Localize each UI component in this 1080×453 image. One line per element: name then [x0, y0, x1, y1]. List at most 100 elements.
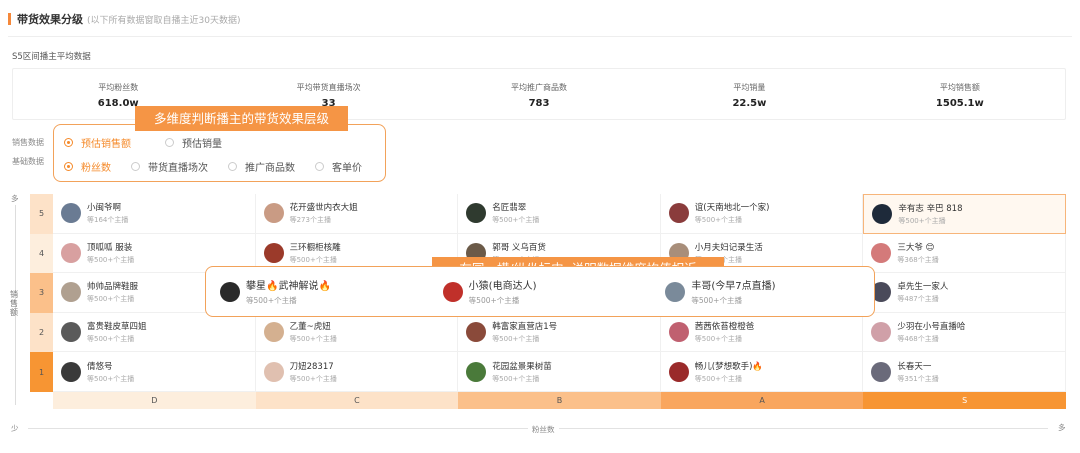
- avatar: [263, 203, 284, 224]
- avatar: [61, 282, 81, 303]
- avatar: [61, 203, 81, 224]
- radio-label: 带货直播场次: [148, 163, 208, 174]
- anchor-cell[interactable]: 少羽在小号直播哈 等468个主播: [863, 312, 1066, 353]
- avatar: [872, 203, 893, 224]
- radio-label: 推广商品数: [245, 163, 295, 174]
- anchor-name: 韩富家直营店1号: [492, 322, 558, 333]
- anchor-count: 等487个主播: [897, 295, 939, 304]
- stat-label: 平均粉丝数: [98, 83, 139, 92]
- radio-label: 客单价: [332, 163, 362, 174]
- anchor-cell[interactable]: 三大爷 😊 等368个主播: [863, 233, 1066, 274]
- anchor-name: 刀妞28317: [289, 361, 334, 372]
- anchor-name: 小闽爷啊: [87, 203, 122, 214]
- sales-data-label: 销售数据: [12, 138, 44, 147]
- anchor-cell[interactable]: 名匠翡翠 等500+个主播: [458, 194, 661, 234]
- anchor-count: 等500+个主播: [468, 296, 520, 305]
- anchor-cell[interactable]: 谊(天南地北一个家) 等500+个主播: [660, 194, 864, 234]
- radio-icon: [64, 162, 73, 171]
- radio-est-volume[interactable]: 预估销量: [165, 135, 222, 150]
- anchor-count: 等500+个主播: [87, 255, 135, 264]
- radio-products[interactable]: 推广商品数: [228, 159, 295, 174]
- radio-icon: [165, 138, 174, 147]
- anchor-name: 乙董~虎妞: [289, 322, 331, 333]
- base-options: 粉丝数 带货直播场次 推广商品数 客单价: [64, 159, 382, 174]
- anchor-cell[interactable]: 长春天一 等351个主播: [863, 352, 1066, 392]
- column-level-label: B: [458, 391, 661, 409]
- avatar: [668, 361, 689, 382]
- anchor-cell[interactable]: 刀妞28317 等500+个主播: [255, 352, 459, 392]
- avatar: [871, 322, 892, 343]
- stat-value: 783: [528, 98, 550, 109]
- anchor-count: 等500+个主播: [492, 374, 540, 383]
- section-note: (以下所有数据窗取自播主近30天数据): [87, 15, 241, 26]
- anchor-cell[interactable]: 富贵鞋皮草四姐 等500+个主播: [53, 312, 256, 353]
- anchor-name: 三环橱柜核雕: [289, 242, 341, 253]
- sales-options: 预估销售额 预估销量: [64, 135, 242, 150]
- avatar: [61, 242, 81, 263]
- highlight-cell[interactable]: 攀星🔥武神解说🔥 等500+个主播: [206, 277, 429, 306]
- stat-value: 1505.1w: [935, 98, 984, 109]
- grid-row: 5 小闽爷啊 等164个主播 花开盛世内衣大姐 等273个主播 名匠翡翠 等500+个主播谊…: [30, 194, 1066, 234]
- anchor-name: 郭哥 义乌百货: [492, 242, 546, 253]
- callout-row-highlight: 攀星🔥武神解说🔥 等500+个主播 小猿(电商达人) 等500+个主播 丰哥(今早7…: [205, 266, 875, 317]
- radio-label: 粉丝数: [81, 163, 111, 174]
- anchor-count: 等500+个主播: [246, 296, 297, 305]
- anchor-name: 少羽在小号直播哈: [897, 322, 966, 333]
- x-axis-title: 粉丝数: [528, 424, 559, 435]
- stat-value: 22.5w: [732, 98, 767, 109]
- anchor-name: 花园盆景果树苗: [492, 361, 552, 372]
- stat-label: 平均推广商品数: [511, 83, 568, 92]
- anchor-count: 等500+个主播: [694, 374, 743, 383]
- avatar: [466, 203, 487, 224]
- anchor-cell[interactable]: 花园盆景果树苗 等500+个主播: [458, 352, 661, 392]
- anchor-cell[interactable]: 乙董~虎妞 等500+个主播: [255, 312, 459, 353]
- anchor-cell[interactable]: 韩富家直营店1号 等500+个主播: [458, 312, 661, 353]
- base-data-label: 基础数据: [12, 157, 44, 166]
- x-axis-left-label: 少: [11, 424, 19, 433]
- highlight-cell[interactable]: 小猿(电商达人) 等500+个主播: [429, 277, 652, 306]
- anchor-cell[interactable]: 花开盛世内衣大姐 等273个主播: [255, 194, 459, 234]
- anchor-count: 等500+个主播: [87, 374, 135, 383]
- anchor-name: 辛有志 辛巴 818: [898, 203, 963, 214]
- stat-products: 平均推广商品数 783: [434, 69, 644, 119]
- anchor-name: 帅帅品牌鞋服: [87, 282, 139, 293]
- radio-icon: [315, 162, 324, 171]
- anchor-count: 等500+个主播: [492, 216, 540, 225]
- anchor-count: 等500+个主播: [898, 216, 946, 225]
- stats-subtitle: S5区间播主平均数据: [12, 52, 91, 62]
- row-level-label: 5: [30, 194, 53, 234]
- avatar: [668, 322, 689, 343]
- anchor-count: 等500+个主播: [87, 335, 135, 344]
- radio-est-sales[interactable]: 预估销售额: [64, 135, 131, 150]
- column-labels: DCBAS: [53, 391, 1066, 409]
- avatar: [220, 281, 240, 302]
- avatar: [61, 322, 81, 343]
- anchor-cell[interactable]: 小闽爷啊 等164个主播: [53, 194, 256, 234]
- anchor-cell[interactable]: 倩悠号 等500+个主播: [53, 352, 256, 392]
- row-level-label: 3: [30, 273, 53, 313]
- radio-icon: [64, 138, 73, 147]
- avatar: [665, 281, 686, 302]
- anchor-count: 等273个主播: [289, 216, 331, 225]
- highlight-cell[interactable]: 丰哥(今早7点直播) 等500+个主播: [651, 277, 874, 306]
- section-header: 带货效果分级 (以下所有数据窗取自播主近30天数据): [8, 11, 240, 27]
- radio-avg-price[interactable]: 客单价: [315, 159, 362, 174]
- anchor-cell[interactable]: 畅儿(梦想歌手)🔥 等500+个主播: [660, 352, 864, 392]
- radio-followers[interactable]: 粉丝数: [64, 159, 111, 174]
- grid-row: 1 倩悠号 等500+个主播 刀妞28317 等500+个主播 花园盆景果树苗 等500+个…: [30, 352, 1066, 392]
- stat-label: 平均销售额: [939, 83, 980, 92]
- anchor-cell[interactable]: 辛有志 辛巴 818 等500+个主播: [863, 194, 1066, 234]
- anchor-name: 小猿(电商达人): [468, 281, 537, 292]
- avatar: [263, 322, 284, 343]
- avatar: [263, 361, 284, 382]
- anchor-name: 茜茜依苔橙橙爸: [694, 322, 755, 333]
- column-level-label: D: [53, 391, 256, 409]
- anchor-cell[interactable]: 卓先生一家人 等487个主播: [863, 273, 1066, 313]
- section-title: 带货效果分级: [17, 13, 83, 26]
- stat-label: 平均销量: [733, 83, 766, 92]
- stat-label: 平均带货直播场次: [296, 83, 361, 92]
- radio-live-sessions[interactable]: 带货直播场次: [131, 159, 208, 174]
- avatar: [466, 361, 487, 382]
- anchor-cell[interactable]: 茜茜依苔橙橙爸 等500+个主播: [660, 312, 864, 353]
- callout-filter-tag: 多维度判断播主的带货效果层级: [135, 106, 348, 131]
